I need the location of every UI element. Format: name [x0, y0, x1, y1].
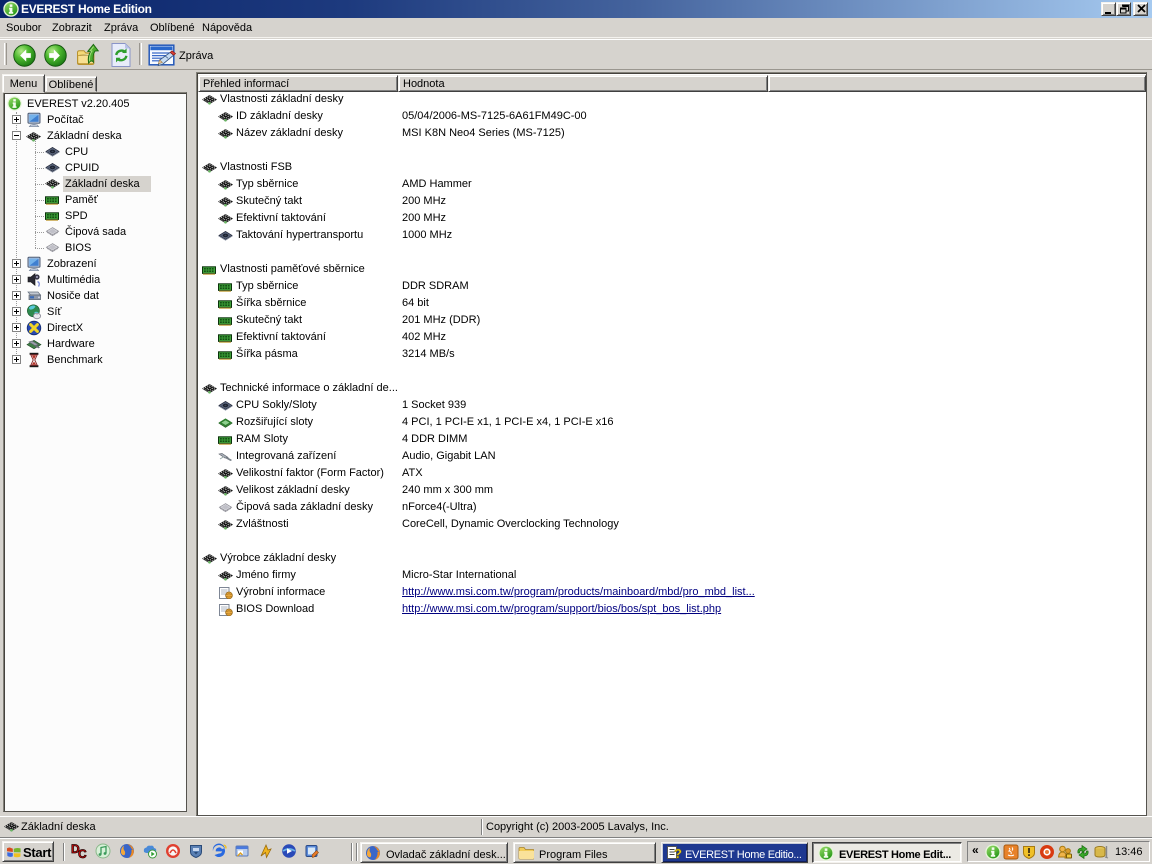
svg-text:C: C	[78, 847, 87, 860]
